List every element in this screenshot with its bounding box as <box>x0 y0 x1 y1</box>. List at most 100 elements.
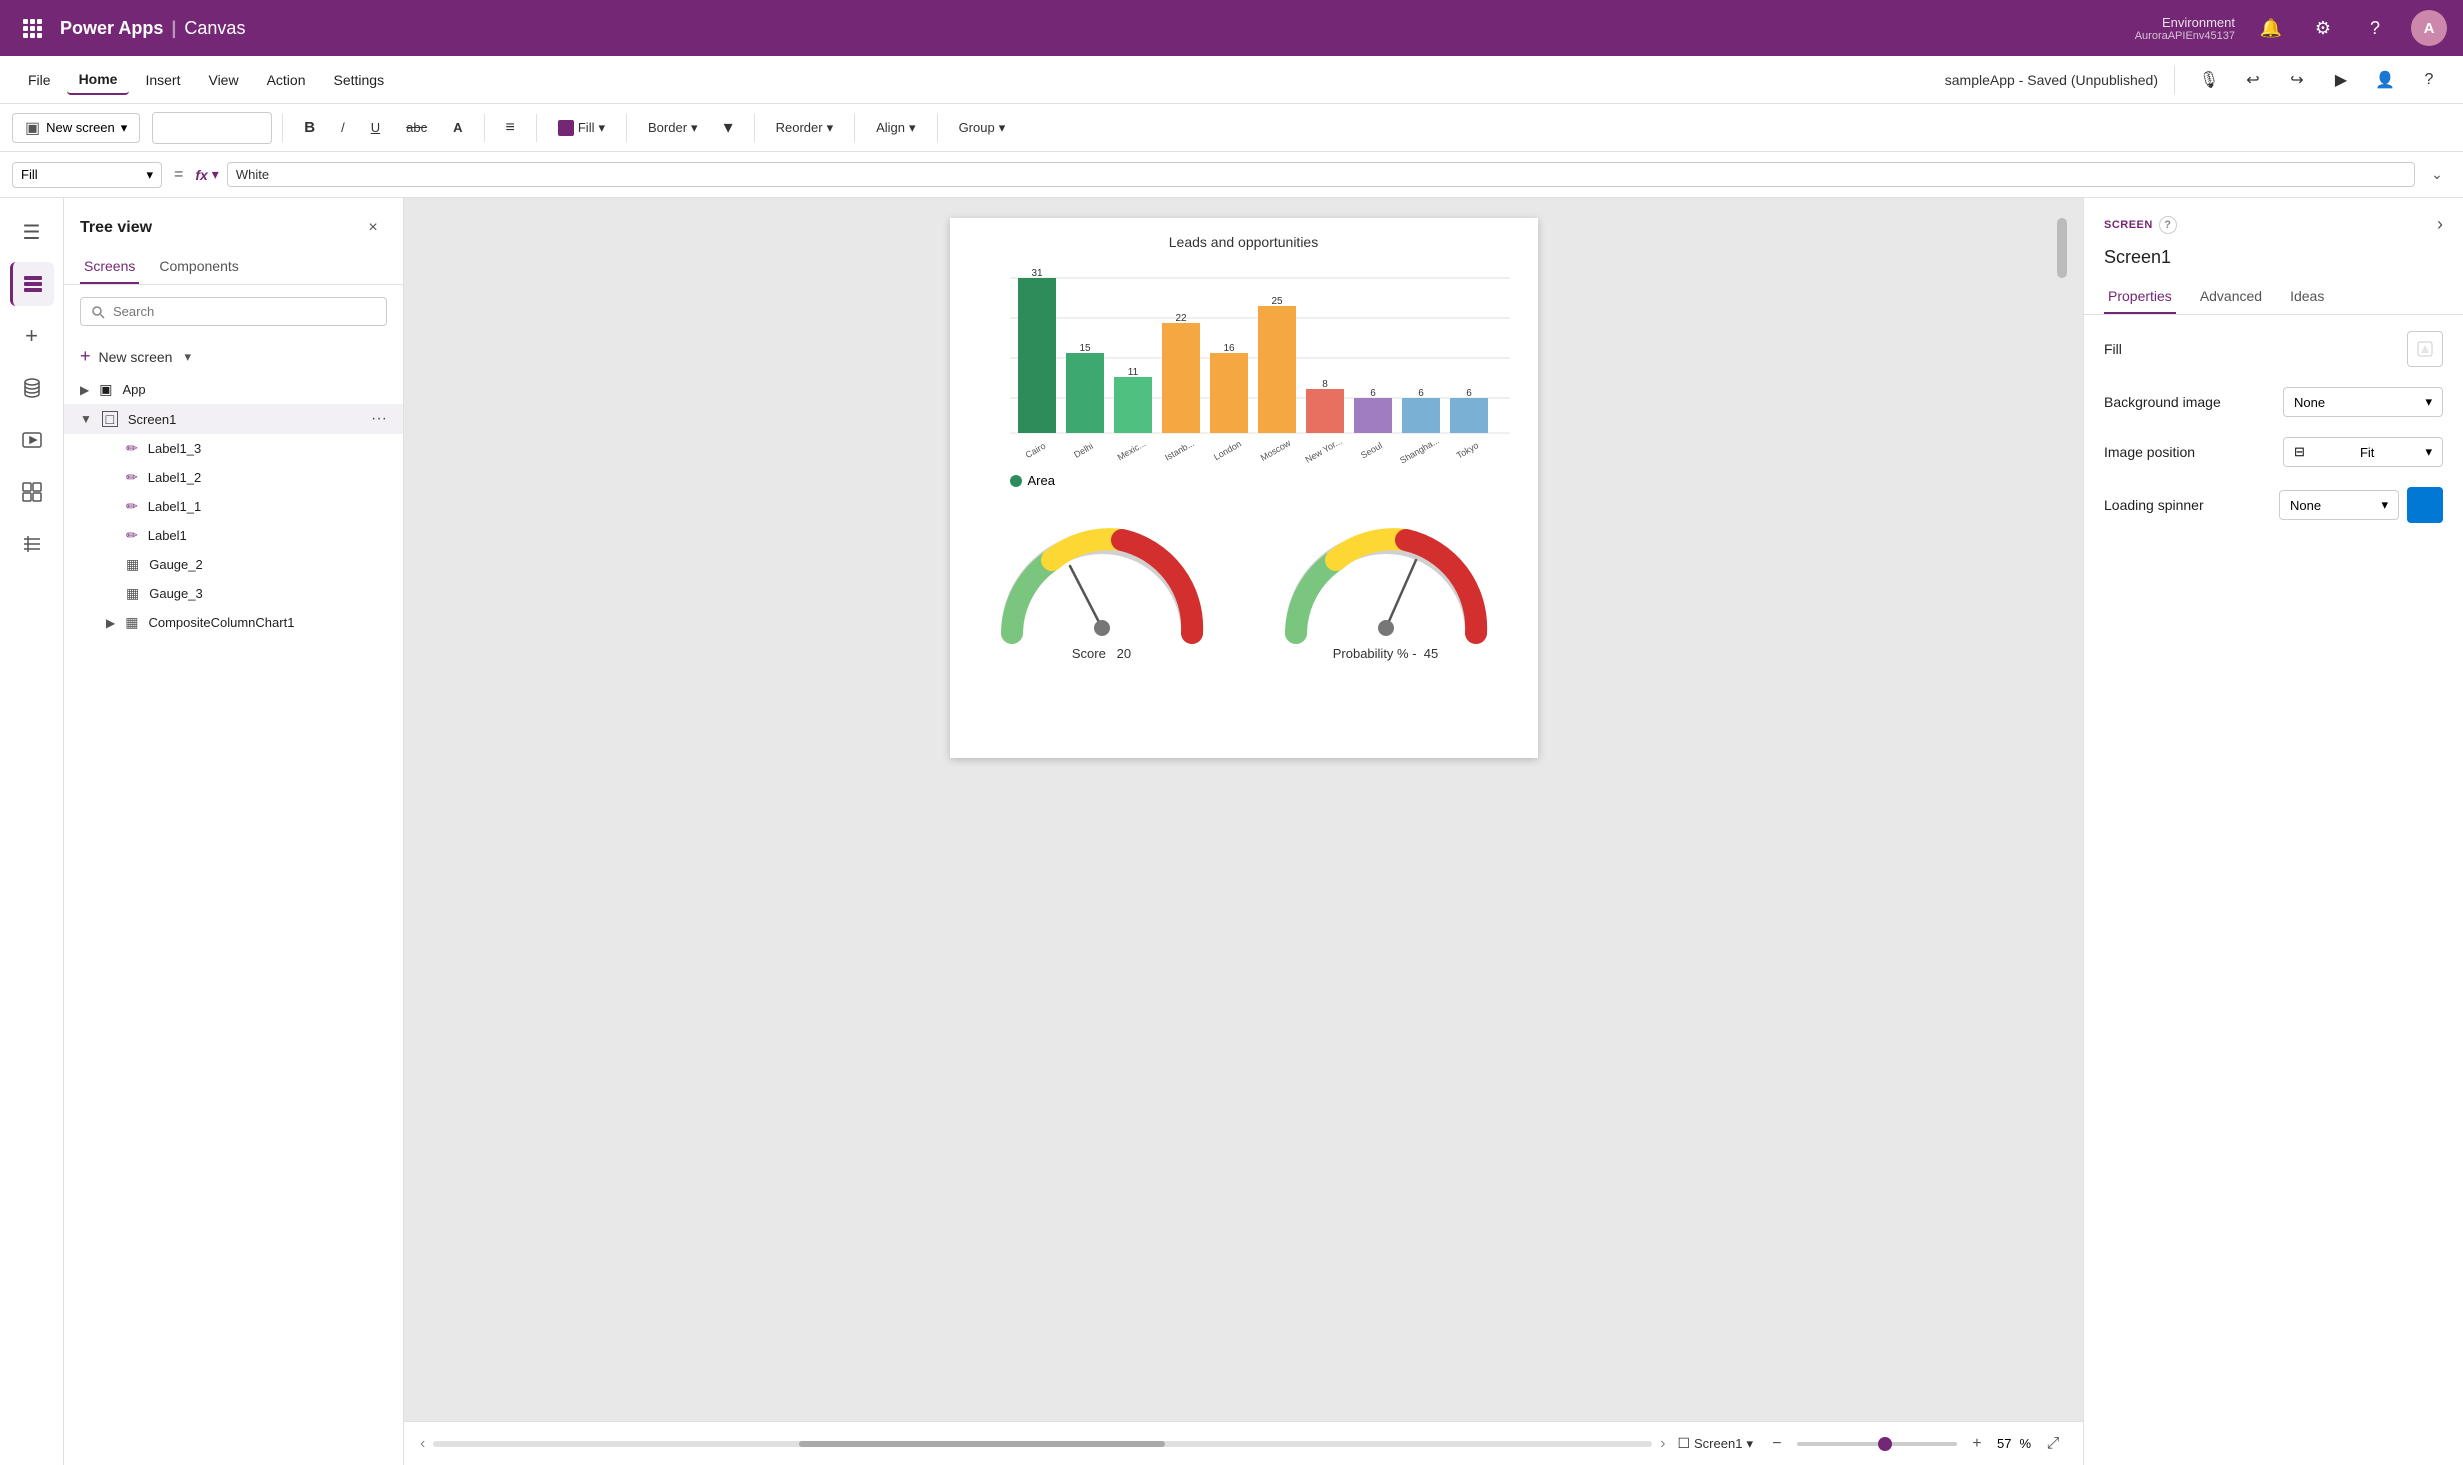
sidebar-layers-icon[interactable] <box>10 262 54 306</box>
help-icon[interactable]: ? <box>2359 12 2391 44</box>
menu-action[interactable]: Action <box>255 66 318 94</box>
prop-tab-ideas[interactable]: Ideas <box>2286 280 2328 314</box>
tree-item-label1[interactable]: ✏ Label1 <box>64 521 403 550</box>
sidebar-components-icon[interactable] <box>10 470 54 514</box>
composite-icon: ▦ <box>125 614 138 631</box>
canvas-area: Leads and opportunities 31 <box>404 198 2083 1465</box>
strikethrough-button[interactable]: abc <box>395 115 438 140</box>
prop-tab-advanced[interactable]: Advanced <box>2196 280 2266 314</box>
formula-input[interactable]: White <box>227 162 2415 187</box>
border-button[interactable]: Border ▾ <box>637 115 709 141</box>
svg-text:31: 31 <box>1031 268 1043 279</box>
reorder-button[interactable]: Reorder ▾ <box>765 115 845 141</box>
prop-expand-icon[interactable]: › <box>2437 214 2443 235</box>
tree-tab-components[interactable]: Components <box>155 250 242 284</box>
gauge-section: Score 20 <box>950 498 1538 681</box>
italic-button[interactable]: / <box>330 115 356 140</box>
app-name: Power Apps | Canvas <box>60 18 245 39</box>
group-button[interactable]: Group ▾ <box>948 115 1017 141</box>
tree-item-label1_2[interactable]: ✏ Label1_2 <box>64 463 403 492</box>
sidebar-data-icon[interactable] <box>10 366 54 410</box>
prop-fill-value <box>2407 331 2443 367</box>
fullscreen-button[interactable]: ⤢ <box>2039 1430 2067 1458</box>
hscroll-right-icon[interactable]: › <box>1660 1435 1665 1453</box>
tree-item-composite[interactable]: ▶ ▦ CompositeColumnChart1 <box>64 608 403 637</box>
sidebar-hamburger[interactable]: ☰ <box>10 210 54 254</box>
formula-fx-button[interactable]: fx ▾ <box>195 166 218 183</box>
properties-panel: SCREEN ? › Screen1 Properties Advanced I… <box>2083 198 2463 1465</box>
screen1-more-icon[interactable]: ··· <box>371 410 387 428</box>
settings-icon[interactable]: ⚙ <box>2307 12 2339 44</box>
avatar[interactable]: A <box>2411 10 2447 46</box>
zoom-slider[interactable] <box>1797 1442 1957 1446</box>
zoom-plus-button[interactable]: + <box>1965 1432 1989 1456</box>
align-button[interactable]: ≡ <box>495 114 526 142</box>
tree-item-label1_3[interactable]: ✏ Label1_3 <box>64 434 403 463</box>
microphone-icon[interactable]: 🎙 <box>2191 62 2227 98</box>
tree-close-button[interactable]: × <box>359 214 387 242</box>
sidebar-variables-icon[interactable] <box>10 522 54 566</box>
hscroll-left-icon[interactable]: ‹ <box>420 1435 425 1453</box>
menu-view[interactable]: View <box>196 66 250 94</box>
canvas-scrollbar-track[interactable] <box>2057 218 2067 658</box>
tree-tab-screens[interactable]: Screens <box>80 250 139 284</box>
formula-expand-button[interactable]: ⌄ <box>2423 161 2451 189</box>
screen-dropdown-icon[interactable]: ▾ <box>1746 1436 1753 1452</box>
search-input[interactable] <box>113 304 376 319</box>
tree-item-label1_1[interactable]: ✏ Label1_1 <box>64 492 403 521</box>
chevron-down-button[interactable]: ▾ <box>713 112 744 143</box>
zoom-minus-button[interactable]: − <box>1765 1432 1789 1456</box>
prop-tab-properties[interactable]: Properties <box>2104 280 2176 314</box>
screen-selector[interactable] <box>152 112 272 144</box>
fill-color-swatch[interactable] <box>2407 331 2443 367</box>
zoom-value: 57 <box>1997 1436 2011 1451</box>
menu-insert[interactable]: Insert <box>133 66 192 94</box>
bar-delhi <box>1066 353 1104 433</box>
sidebar-add-icon[interactable]: + <box>10 314 54 358</box>
user-icon[interactable]: 👤 <box>2367 62 2403 98</box>
spinner-color-swatch[interactable] <box>2407 487 2443 523</box>
canvas-scrollbar-thumb[interactable] <box>2057 218 2067 278</box>
menu-home[interactable]: Home <box>67 65 130 95</box>
hscroll-track[interactable] <box>433 1441 1652 1447</box>
notification-icon[interactable]: 🔔 <box>2255 12 2287 44</box>
prop-spinner-select[interactable]: None ▾ <box>2279 490 2399 520</box>
new-screen-row[interactable]: + New screen ▾ <box>64 338 403 375</box>
menu-file[interactable]: File <box>16 66 63 94</box>
svg-text:6: 6 <box>1370 388 1376 399</box>
tree-item-gauge2[interactable]: ▦ Gauge_2 <box>64 550 403 579</box>
bar-istanbul <box>1162 323 1200 433</box>
search-icon <box>91 305 105 319</box>
tree-search-box[interactable] <box>80 297 387 326</box>
font-color-button[interactable]: A <box>442 115 473 140</box>
prop-bg-image-select[interactable]: None ▾ <box>2283 387 2443 417</box>
tree-panel: Tree view × Screens Components + New scr… <box>64 198 404 1465</box>
play-icon[interactable]: ▶ <box>2323 62 2359 98</box>
screen1-collapse-icon[interactable]: ▼ <box>80 412 92 426</box>
canvas-scroll[interactable]: Leads and opportunities 31 <box>404 198 2083 1421</box>
tree-item-gauge3[interactable]: ▦ Gauge_3 <box>64 579 403 608</box>
menu-settings[interactable]: Settings <box>322 66 397 94</box>
prop-help-icon[interactable]: ? <box>2159 216 2177 234</box>
underline-button[interactable]: U <box>360 115 391 140</box>
bar-mexico <box>1114 377 1152 433</box>
canvas-bottom-bar: ‹ › ☐ Screen1 ▾ − + 57 % ⤢ <box>404 1421 2083 1465</box>
help-menu-icon[interactable]: ? <box>2411 62 2447 98</box>
redo-icon[interactable]: ↪ <box>2279 62 2315 98</box>
bold-button[interactable]: B <box>293 114 326 141</box>
sidebar-media-icon[interactable] <box>10 418 54 462</box>
svg-text:Mexic...: Mexic... <box>1115 438 1147 462</box>
formula-property-selector[interactable]: Fill ▾ <box>12 162 162 188</box>
waffle-icon[interactable] <box>16 12 48 44</box>
prop-img-position-select[interactable]: ⊟ Fit ▾ <box>2283 437 2443 467</box>
new-screen-dropdown-icon[interactable]: ▾ <box>184 349 191 365</box>
undo-icon[interactable]: ↩ <box>2235 62 2271 98</box>
composite-collapse-icon[interactable]: ▶ <box>106 616 115 630</box>
svg-text:6: 6 <box>1418 388 1424 399</box>
fill-button[interactable]: Fill ▾ <box>547 115 616 141</box>
tree-item-screen1[interactable]: ▼ □ Screen1 ··· <box>64 404 403 434</box>
new-screen-button[interactable]: ▣ New screen ▾ <box>12 113 140 143</box>
formula-bar: Fill ▾ = fx ▾ White ⌄ <box>0 152 2463 198</box>
align2-button[interactable]: Align ▾ <box>865 115 926 141</box>
tree-item-app[interactable]: ▶ ▣ App <box>64 375 403 404</box>
